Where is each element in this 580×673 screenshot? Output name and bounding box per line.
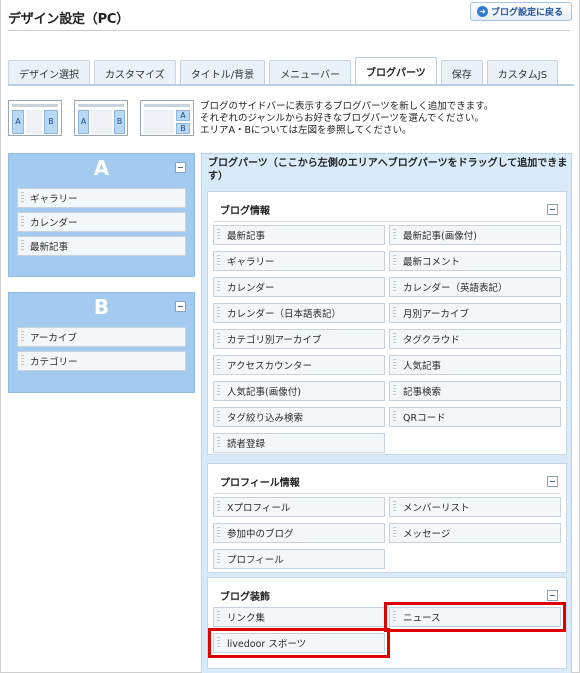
part-x-profile[interactable]: Xプロフィール — [213, 497, 385, 517]
area-b-label: B — [93, 295, 110, 319]
area-b-item-archive[interactable]: アーカイブ — [17, 327, 186, 347]
tab-blog-parts[interactable]: ブログパーツ — [354, 57, 437, 85]
part-article-search[interactable]: 記事検索 — [389, 381, 561, 401]
collapse-icon[interactable] — [547, 476, 558, 487]
part-qr-code[interactable]: QRコード — [389, 407, 561, 427]
part-popular-articles-with-images[interactable]: 人気記事(画像付) — [213, 381, 385, 401]
part-calendar[interactable]: カレンダー — [213, 277, 385, 297]
area-a-item-calendar[interactable]: カレンダー — [17, 212, 186, 232]
collapse-icon[interactable] — [547, 204, 558, 215]
area-b: B アーカイブ カテゴリー — [8, 292, 195, 393]
tab-menubar[interactable]: メニューバー — [269, 60, 351, 85]
part-gallery[interactable]: ギャラリー — [213, 251, 385, 271]
back-arrow-icon: ➜ — [476, 6, 488, 17]
part-monthly-archive[interactable]: 月別アーカイブ — [389, 303, 561, 323]
part-link-collection[interactable]: リンク集 — [213, 607, 385, 627]
layout-thumbnails: A B A B A B — [8, 100, 194, 136]
area-a-item-gallery[interactable]: ギャラリー — [17, 188, 186, 208]
part-calendar-english[interactable]: カレンダー（英語表記） — [389, 277, 561, 297]
layout-thumb-left-sidebars: A B — [8, 100, 62, 136]
description-line: ブログのサイドバーに表示するブログパーツを新しく追加できます。 — [200, 101, 494, 112]
part-access-counter[interactable]: アクセスカウンター — [213, 355, 385, 375]
group-title: ブログ装飾 — [220, 592, 270, 603]
part-latest-articles[interactable]: 最新記事 — [213, 225, 385, 245]
tab-design-select[interactable]: デザイン選択 — [8, 60, 90, 85]
collapse-icon[interactable] — [175, 301, 186, 312]
layout-thumb-right-sidebars: A B — [140, 100, 194, 136]
area-a: A ギャラリー カレンダー 最新記事 — [8, 153, 195, 277]
group-title: プロフィール情報 — [220, 478, 300, 489]
tab-save[interactable]: 保存 — [440, 60, 483, 85]
title-divider — [8, 30, 570, 31]
group-profile-info: プロフィール情報 Xプロフィール メンバーリスト 参加中のブログ メッセージ プ… — [207, 463, 567, 573]
blog-parts-title: ブログパーツ（ここから左側のエリアへブログパーツをドラッグして追加できます） — [208, 158, 568, 182]
page-title: デザイン設定（PC） — [8, 12, 130, 27]
tab-underline — [8, 84, 574, 86]
blog-parts-panel: ブログパーツ（ここから左側のエリアへブログパーツをドラッグして追加できます） ブ… — [201, 153, 572, 673]
collapse-icon[interactable] — [175, 162, 186, 173]
area-b-header: B — [9, 293, 194, 319]
part-calendar-japanese[interactable]: カレンダー（日本語表記） — [213, 303, 385, 323]
tab-title-background[interactable]: タイトル/背景 — [179, 60, 266, 85]
part-latest-comments[interactable]: 最新コメント — [389, 251, 561, 271]
group-title: ブログ情報 — [220, 206, 270, 217]
tab-customize[interactable]: カスタマイズ — [94, 60, 176, 85]
area-a-item-latest-articles[interactable]: 最新記事 — [17, 236, 186, 256]
part-news[interactable]: ニュース — [384, 602, 566, 632]
back-button-label: ブログ設定に戻る — [490, 8, 563, 18]
part-message[interactable]: メッセージ — [389, 523, 561, 543]
area-a-label: A — [93, 156, 110, 180]
area-a-header: A — [9, 154, 194, 180]
description-line: それぞれのジャンルからお好きなブログパーツを選んでください。 — [200, 113, 484, 124]
part-reader-registration[interactable]: 読者登録 — [213, 433, 385, 453]
back-to-blog-settings-button[interactable]: ➜ ブログ設定に戻る — [469, 2, 572, 21]
collapse-icon[interactable] — [547, 590, 558, 601]
tab-bar: デザイン選択 カスタマイズ タイトル/背景 メニューバー ブログパーツ 保存 カ… — [8, 57, 559, 85]
description-line: エリアA・Bについては左図を参照してください。 — [200, 125, 412, 136]
layout-thumb-two-sides: A B — [74, 100, 128, 136]
part-tag-cloud[interactable]: タグクラウド — [389, 329, 561, 349]
part-profile[interactable]: プロフィール — [213, 549, 385, 569]
description: ブログのサイドバーに表示するブログパーツを新しく追加できます。 それぞれのジャン… — [200, 101, 493, 137]
group-blog-decoration: ブログ装飾 リンク集 ニュース livedoor スポーツ — [207, 577, 567, 669]
part-popular-articles[interactable]: 人気記事 — [389, 355, 561, 375]
group-blog-info: ブログ情報 最新記事 最新記事(画像付) ギャラリー 最新コメント カレンダー … — [207, 191, 567, 455]
tab-custom-js[interactable]: カスタムJS — [486, 60, 559, 85]
part-participating-blogs[interactable]: 参加中のブログ — [213, 523, 385, 543]
part-latest-articles-with-images[interactable]: 最新記事(画像付) — [389, 225, 561, 245]
part-tag-filter-search[interactable]: タグ絞り込み検索 — [213, 407, 385, 427]
part-category-archive[interactable]: カテゴリ別アーカイブ — [213, 329, 385, 349]
area-b-item-category[interactable]: カテゴリー — [17, 351, 186, 371]
part-member-list[interactable]: メンバーリスト — [389, 497, 561, 517]
part-livedoor-sports[interactable]: livedoor スポーツ — [208, 628, 390, 658]
